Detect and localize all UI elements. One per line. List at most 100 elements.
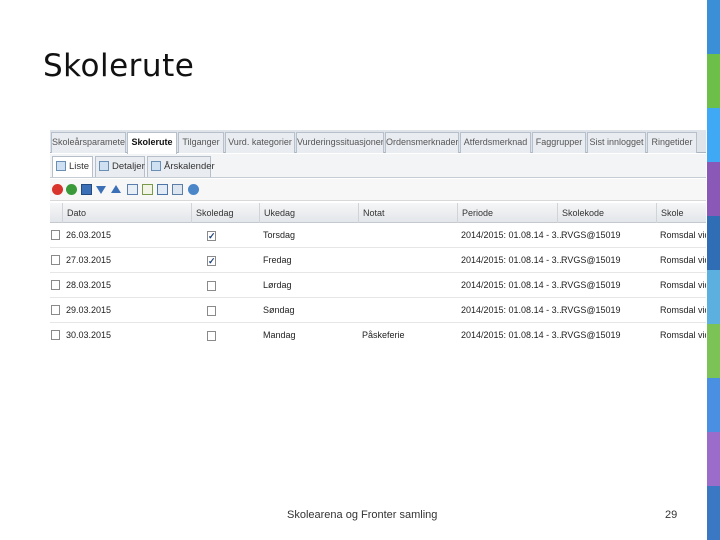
grid-header: Dato Skoledag Ukedag Notat Periode Skole… xyxy=(50,203,706,223)
tab-atferdsmerknad[interactable]: Atferdsmerknad xyxy=(460,132,531,153)
cell-dato: 26.03.2015 xyxy=(66,230,112,240)
cell-notat xyxy=(358,223,362,248)
cell-skole: Romsdal vide xyxy=(660,230,706,240)
cell-skolekode: RVGS@15019 xyxy=(561,230,621,240)
strip-segment xyxy=(707,324,720,378)
skoledag-checkbox[interactable] xyxy=(207,281,216,291)
skoledag-checkbox[interactable] xyxy=(207,331,216,341)
strip-segment xyxy=(707,270,720,324)
list-icon xyxy=(56,161,66,171)
cell-dato: 30.03.2015 xyxy=(66,330,112,340)
tab-tilganger[interactable]: Tilganger xyxy=(178,132,224,153)
cell-notat xyxy=(358,273,362,298)
app-screenshot: Skoleårsparameter Skolerute Tilganger Vu… xyxy=(50,130,706,342)
column-header-notat[interactable]: Notat xyxy=(358,203,457,223)
table-row[interactable]: 27.03.2015 ✓ Fredag 2014/2015: 01.08.14 … xyxy=(50,248,706,273)
calendar-icon xyxy=(151,161,161,171)
help-icon[interactable] xyxy=(188,184,199,195)
cell-ukedag: Lørdag xyxy=(263,280,292,290)
copy-icon[interactable] xyxy=(157,184,168,195)
cell-ukedag: Søndag xyxy=(263,305,295,315)
strip-segment xyxy=(707,216,720,270)
subtab-detaljer[interactable]: Detaljer xyxy=(95,156,145,177)
cell-skole: Romsdal vide xyxy=(660,255,706,265)
cell-ukedag: Mandag xyxy=(263,330,296,340)
cell-skole: Romsdal vide xyxy=(660,305,706,315)
tab-faggrupper[interactable]: Faggrupper xyxy=(532,132,586,153)
cell-notat xyxy=(358,248,362,273)
table-row[interactable]: 29.03.2015 Søndag 2014/2015: 01.08.14 - … xyxy=(50,298,706,323)
tab-vurderingssituasjoner[interactable]: Vurderingssituasjoner xyxy=(296,132,384,153)
strip-segment xyxy=(707,54,720,108)
delete-icon[interactable] xyxy=(52,184,63,195)
row-select-checkbox[interactable] xyxy=(51,255,60,265)
print-icon[interactable] xyxy=(172,184,183,195)
cell-periode: 2014/2015: 01.08.14 - 3... xyxy=(461,255,565,265)
refresh-icon[interactable] xyxy=(66,184,77,195)
cell-ukedag: Torsdag xyxy=(263,230,296,240)
strip-segment xyxy=(707,378,720,432)
cell-skole: Romsdal vide xyxy=(660,330,706,340)
move-down-icon[interactable] xyxy=(96,186,106,194)
strip-segment xyxy=(707,486,720,540)
subtab-arskalender[interactable]: Årskalender xyxy=(147,156,215,177)
cell-dato: 27.03.2015 xyxy=(66,255,112,265)
skoledag-checkbox[interactable] xyxy=(207,306,216,316)
strip-segment xyxy=(707,108,720,162)
row-select-checkbox[interactable] xyxy=(51,230,60,240)
column-header-skoledag[interactable]: Skoledag xyxy=(191,203,259,223)
column-header-ukedag[interactable]: Ukedag xyxy=(259,203,358,223)
subtab-liste-label: Liste xyxy=(69,161,90,172)
row-select-checkbox[interactable] xyxy=(51,330,60,340)
tab-sist-innlogget[interactable]: Sist innlogget xyxy=(587,132,646,153)
row-select-checkbox[interactable] xyxy=(51,305,60,315)
view-subtabs: Liste Detaljer Årskalender xyxy=(50,154,706,178)
column-header-skole[interactable]: Skole xyxy=(656,203,706,223)
cell-periode: 2014/2015: 01.08.14 - 3... xyxy=(461,280,565,290)
strip-segment xyxy=(707,0,720,54)
table-row[interactable]: 30.03.2015 Mandag Påskeferie 2014/2015: … xyxy=(50,323,706,342)
page-number: 29 xyxy=(665,509,678,521)
tab-ringetider[interactable]: Ringetider xyxy=(647,132,697,153)
subtab-liste[interactable]: Liste xyxy=(52,156,93,177)
cell-skolekode: RVGS@15019 xyxy=(561,255,621,265)
table-row[interactable]: 26.03.2015 ✓ Torsdag 2014/2015: 01.08.14… xyxy=(50,223,706,248)
column-header-skolekode[interactable]: Skolekode xyxy=(557,203,656,223)
cell-skolekode: RVGS@15019 xyxy=(561,280,621,290)
cell-notat: Påskeferie xyxy=(362,330,405,340)
tab-skolearsparameter[interactable]: Skoleårsparameter xyxy=(51,132,126,153)
cell-periode: 2014/2015: 01.08.14 - 3... xyxy=(461,230,565,240)
subtab-arskalender-label: Årskalender xyxy=(164,161,215,172)
subtab-detaljer-label: Detaljer xyxy=(112,161,145,172)
cell-skolekode: RVGS@15019 xyxy=(561,330,621,340)
strip-segment xyxy=(707,162,720,216)
document-icon[interactable] xyxy=(127,184,138,195)
cell-periode: 2014/2015: 01.08.14 - 3... xyxy=(461,305,565,315)
cell-ukedag: Fredag xyxy=(263,255,292,265)
cell-periode: 2014/2015: 01.08.14 - 3... xyxy=(461,330,565,340)
skoledag-checkbox[interactable]: ✓ xyxy=(207,231,216,241)
details-icon xyxy=(99,161,109,171)
table-row[interactable]: 28.03.2015 Lørdag 2014/2015: 01.08.14 - … xyxy=(50,273,706,298)
cell-dato: 28.03.2015 xyxy=(66,280,112,290)
export-icon[interactable] xyxy=(142,184,153,195)
column-header-dato[interactable]: Dato xyxy=(62,203,160,223)
cell-dato: 29.03.2015 xyxy=(66,305,112,315)
tab-skolerute[interactable]: Skolerute xyxy=(127,132,177,154)
tab-ordensmerknader[interactable]: Ordensmerknader xyxy=(385,132,459,153)
skoledag-checkbox[interactable]: ✓ xyxy=(207,256,216,266)
column-header-periode[interactable]: Periode xyxy=(457,203,557,223)
cell-skole: Romsdal vide xyxy=(660,280,706,290)
save-icon[interactable] xyxy=(81,184,92,195)
slide-footer: Skolearena og Fronter samling xyxy=(287,509,438,521)
tab-vurd-kategorier[interactable]: Vurd. kategorier xyxy=(225,132,295,153)
strip-segment xyxy=(707,432,720,486)
main-tabbar: Skoleårsparameter Skolerute Tilganger Vu… xyxy=(50,130,706,154)
move-up-icon[interactable] xyxy=(111,185,121,193)
cell-notat xyxy=(358,298,362,323)
cell-skolekode: RVGS@15019 xyxy=(561,305,621,315)
slide-title: Skolerute xyxy=(43,48,195,84)
grid-toolbar xyxy=(50,179,706,201)
row-select-checkbox[interactable] xyxy=(51,280,60,290)
decorative-color-strip xyxy=(707,0,720,540)
